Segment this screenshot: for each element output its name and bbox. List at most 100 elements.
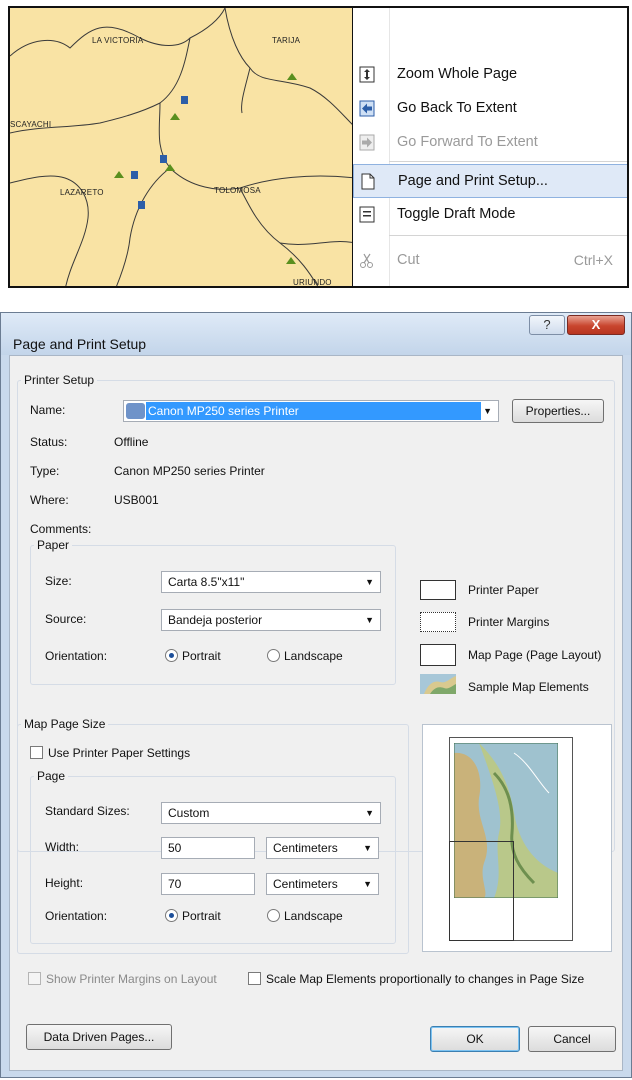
- chevron-down-icon: ▼: [363, 843, 372, 853]
- place-label: TOLOMOSA: [214, 186, 261, 195]
- place-label: SCAYACHI: [10, 120, 52, 129]
- data-driven-pages-button[interactable]: Data Driven Pages...: [26, 1024, 172, 1050]
- chevron-down-icon: ▼: [363, 879, 372, 889]
- where-value: USB001: [114, 493, 159, 507]
- place-label: LA VICTORIA: [92, 36, 144, 45]
- menu-separator: [389, 161, 627, 162]
- paper-landscape-radio[interactable]: [267, 649, 280, 662]
- help-button[interactable]: ?: [529, 315, 565, 335]
- status-value: Offline: [114, 435, 149, 449]
- width-unit-value: Centimeters: [273, 841, 338, 855]
- menu-item-label: Toggle Draft Mode: [397, 206, 516, 222]
- scale-elements-checkbox[interactable]: [248, 972, 261, 985]
- type-label: Type:: [30, 464, 60, 478]
- dialog-title: Page and Print Setup: [13, 336, 147, 352]
- paper-portrait-label[interactable]: Portrait: [182, 649, 221, 663]
- paper-source-select[interactable]: Bandeja posterior ▼: [161, 609, 381, 631]
- dialog-client: Printer Setup Name: Canon MP250 series P…: [9, 355, 623, 1071]
- close-button[interactable]: X: [567, 315, 625, 335]
- chevron-down-icon: ▼: [365, 577, 374, 587]
- paper-group-label: Paper: [34, 538, 73, 552]
- standard-sizes-label: Standard Sizes:: [45, 804, 130, 818]
- page-portrait-label[interactable]: Portrait: [182, 909, 221, 923]
- menu-item-label: Cut: [397, 252, 420, 268]
- paper-size-label: Size:: [45, 574, 72, 588]
- chevron-down-icon: ▼: [365, 808, 374, 818]
- chevron-down-icon: ▼: [365, 615, 374, 625]
- go-forward-extent-icon: [359, 134, 375, 151]
- page-group-label: Page: [34, 769, 69, 783]
- chevron-down-icon: ▼: [483, 406, 492, 416]
- type-value: Canon MP250 series Printer: [114, 464, 265, 478]
- paper-size-value: Carta 8.5"x11": [168, 575, 245, 589]
- page-preview: [422, 724, 612, 952]
- paper-source-label: Source:: [45, 612, 87, 626]
- width-input[interactable]: 50: [161, 837, 255, 859]
- printer-name-select[interactable]: Canon MP250 series Printer ▼: [123, 400, 499, 422]
- paper-size-select[interactable]: Carta 8.5"x11" ▼: [161, 571, 381, 593]
- printer-paper-swatch: [420, 580, 456, 600]
- go-back-extent-icon: [359, 100, 375, 117]
- where-label: Where:: [30, 493, 69, 507]
- use-printer-paper-checkbox[interactable]: [30, 746, 43, 759]
- height-unit-select[interactable]: Centimeters ▼: [266, 873, 379, 895]
- menu-separator: [389, 235, 627, 236]
- paper-orientation-label: Orientation:: [45, 649, 108, 663]
- printer-margins-swatch: [420, 612, 456, 632]
- zoom-whole-page-icon: [359, 66, 375, 83]
- show-margins-checkbox[interactable]: [28, 972, 41, 985]
- paper-source-value: Bandeja posterior: [168, 613, 263, 627]
- comments-label: Comments:: [30, 522, 92, 536]
- page-portrait-radio[interactable]: [165, 909, 178, 922]
- width-unit-select[interactable]: Centimeters ▼: [266, 837, 379, 859]
- map-markers: [114, 73, 297, 264]
- page-print-setup-icon: [361, 173, 375, 190]
- title-bar[interactable]: Page and Print Setup ? X: [1, 313, 631, 355]
- menu-item-label: Go Forward To Extent: [397, 134, 538, 150]
- status-label: Status:: [30, 435, 68, 449]
- paper-portrait-radio[interactable]: [165, 649, 178, 662]
- menu-item-page-print-setup[interactable]: Page and Print Setup...: [353, 164, 627, 198]
- menu-item-toggle-draft-mode[interactable]: Toggle Draft Mode: [353, 198, 627, 232]
- page-landscape-radio[interactable]: [267, 909, 280, 922]
- height-unit-value: Centimeters: [273, 877, 338, 891]
- place-label: LAZARETO: [60, 188, 104, 197]
- menu-item-shortcut: Ctrl+X: [573, 252, 613, 268]
- page-orientation-label: Orientation:: [45, 909, 108, 923]
- map-view[interactable]: LA VICTORIA TARIJA SCAYACHI LAZARETO TOL…: [8, 6, 354, 288]
- map-page-size-group-label: Map Page Size: [21, 717, 109, 731]
- preview-printer-paper: [449, 841, 514, 941]
- height-input[interactable]: 70: [161, 873, 255, 895]
- legend-printer-paper: Printer Paper: [468, 583, 539, 597]
- properties-button[interactable]: Properties...: [512, 399, 604, 423]
- menu-item-label: Zoom Whole Page: [397, 66, 518, 82]
- legend-sample-map-elements: Sample Map Elements: [468, 680, 589, 694]
- width-label: Width:: [45, 840, 80, 854]
- legend-printer-margins: Printer Margins: [468, 615, 550, 629]
- map-page-swatch: [420, 644, 456, 666]
- menu-item-zoom-whole-page[interactable]: Zoom Whole Page: [353, 58, 627, 92]
- cancel-button[interactable]: Cancel: [528, 1026, 616, 1052]
- map-roads: [10, 8, 352, 286]
- paper-landscape-label[interactable]: Landscape: [284, 649, 343, 663]
- sample-map-elements-swatch: [420, 674, 456, 694]
- toggle-draft-icon: [359, 206, 375, 223]
- height-label: Height:: [45, 876, 84, 890]
- menu-item-go-forward-extent[interactable]: Go Forward To Extent: [353, 126, 627, 160]
- scissors-icon: [360, 253, 373, 268]
- printer-name-value: Canon MP250 series Printer: [146, 402, 481, 420]
- ok-button[interactable]: OK: [430, 1026, 520, 1052]
- page-landscape-label[interactable]: Landscape: [284, 909, 343, 923]
- use-printer-paper-label[interactable]: Use Printer Paper Settings: [48, 746, 190, 760]
- context-menu: Zoom Whole Page Go Back To Extent Go For…: [353, 6, 629, 288]
- scale-elements-label[interactable]: Scale Map Elements proportionally to cha…: [266, 972, 584, 986]
- standard-sizes-select[interactable]: Custom ▼: [161, 802, 381, 824]
- menu-item-cut[interactable]: Cut Ctrl+X: [353, 244, 627, 278]
- printer-setup-group-label: Printer Setup: [21, 373, 98, 387]
- menu-item-label: Go Back To Extent: [397, 100, 517, 116]
- standard-sizes-value: Custom: [168, 806, 210, 820]
- place-label: TARIJA: [272, 36, 301, 45]
- show-margins-label[interactable]: Show Printer Margins on Layout: [46, 972, 217, 986]
- menu-item-go-back-extent[interactable]: Go Back To Extent: [353, 92, 627, 126]
- place-label: URIUNDO: [293, 278, 332, 287]
